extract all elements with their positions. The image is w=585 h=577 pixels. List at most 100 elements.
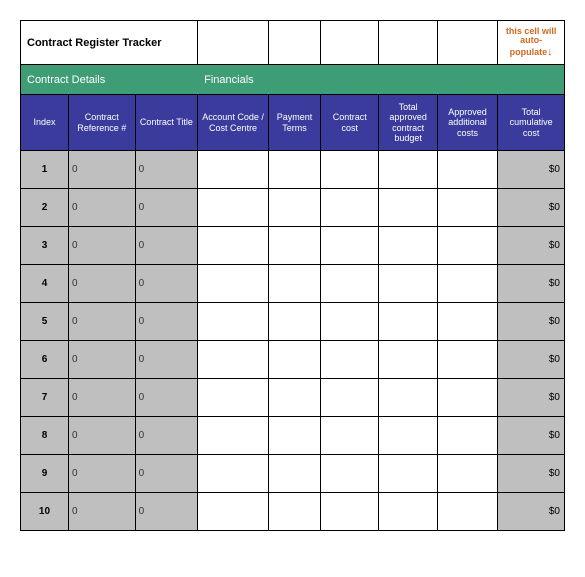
section-row: Contract Details Financials: [21, 65, 565, 95]
cell-index: 2: [21, 189, 69, 227]
cell-budget[interactable]: [379, 379, 437, 417]
cell-terms[interactable]: [269, 265, 321, 303]
cell-account[interactable]: [198, 341, 269, 379]
cell-account[interactable]: [198, 265, 269, 303]
page-title: Contract Register Tracker: [21, 21, 198, 65]
table-row: 400$0: [21, 265, 565, 303]
cell-account[interactable]: [198, 151, 269, 189]
cell-cumulative: $0: [498, 455, 565, 493]
cell-additional[interactable]: [437, 341, 497, 379]
cell-additional[interactable]: [437, 303, 497, 341]
cell-additional[interactable]: [437, 455, 497, 493]
cell-index: 1: [21, 151, 69, 189]
cell-reference[interactable]: 0: [68, 189, 135, 227]
col-additional-costs: Approved additional costs: [437, 95, 497, 151]
cell-additional[interactable]: [437, 227, 497, 265]
cell-title[interactable]: 0: [135, 379, 198, 417]
column-header-row: Index Contract Reference # Contract Titl…: [21, 95, 565, 151]
cell-budget[interactable]: [379, 151, 437, 189]
cell-additional[interactable]: [437, 265, 497, 303]
col-title: Contract Title: [135, 95, 198, 151]
table-row: 700$0: [21, 379, 565, 417]
cell-budget[interactable]: [379, 417, 437, 455]
cell-account[interactable]: [198, 189, 269, 227]
cell-budget[interactable]: [379, 341, 437, 379]
cell-title[interactable]: 0: [135, 227, 198, 265]
title-spacer: [379, 21, 437, 65]
cell-account[interactable]: [198, 455, 269, 493]
cell-additional[interactable]: [437, 417, 497, 455]
cell-terms[interactable]: [269, 493, 321, 531]
cell-cost[interactable]: [321, 493, 379, 531]
cell-cumulative: $0: [498, 151, 565, 189]
cell-terms[interactable]: [269, 379, 321, 417]
cell-account[interactable]: [198, 303, 269, 341]
cell-title[interactable]: 0: [135, 417, 198, 455]
cell-cost[interactable]: [321, 265, 379, 303]
cell-reference[interactable]: 0: [68, 417, 135, 455]
cell-index: 8: [21, 417, 69, 455]
cell-additional[interactable]: [437, 189, 497, 227]
cell-additional[interactable]: [437, 493, 497, 531]
cell-budget[interactable]: [379, 227, 437, 265]
cell-terms[interactable]: [269, 417, 321, 455]
cell-additional[interactable]: [437, 151, 497, 189]
cell-terms[interactable]: [269, 455, 321, 493]
cell-reference[interactable]: 0: [68, 265, 135, 303]
cell-reference[interactable]: 0: [68, 151, 135, 189]
col-account-code: Account Code / Cost Centre: [198, 95, 269, 151]
cell-index: 10: [21, 493, 69, 531]
cell-reference[interactable]: 0: [68, 455, 135, 493]
cell-title[interactable]: 0: [135, 341, 198, 379]
cell-additional[interactable]: [437, 379, 497, 417]
cell-account[interactable]: [198, 493, 269, 531]
contract-register-table: Contract Register Tracker this cell will…: [20, 20, 565, 531]
col-cumulative-cost: Total cumulative cost: [498, 95, 565, 151]
cell-cost[interactable]: [321, 227, 379, 265]
col-payment-terms: Payment Terms: [269, 95, 321, 151]
cell-cumulative: $0: [498, 227, 565, 265]
cell-terms[interactable]: [269, 227, 321, 265]
cell-budget[interactable]: [379, 493, 437, 531]
cell-budget[interactable]: [379, 303, 437, 341]
col-contract-cost: Contract cost: [321, 95, 379, 151]
cell-cost[interactable]: [321, 151, 379, 189]
cell-cost[interactable]: [321, 455, 379, 493]
cell-cost[interactable]: [321, 379, 379, 417]
cell-cumulative: $0: [498, 265, 565, 303]
cell-title[interactable]: 0: [135, 455, 198, 493]
cell-terms[interactable]: [269, 189, 321, 227]
cell-cost[interactable]: [321, 417, 379, 455]
cell-title[interactable]: 0: [135, 265, 198, 303]
cell-index: 3: [21, 227, 69, 265]
table-row: 200$0: [21, 189, 565, 227]
cell-account[interactable]: [198, 227, 269, 265]
cell-budget[interactable]: [379, 265, 437, 303]
cell-index: 4: [21, 265, 69, 303]
cell-cost[interactable]: [321, 189, 379, 227]
cell-budget[interactable]: [379, 189, 437, 227]
col-approved-budget: Total approved contract budget: [379, 95, 437, 151]
cell-terms[interactable]: [269, 151, 321, 189]
cell-reference[interactable]: 0: [68, 341, 135, 379]
cell-reference[interactable]: 0: [68, 379, 135, 417]
cell-index: 9: [21, 455, 69, 493]
cell-title[interactable]: 0: [135, 151, 198, 189]
table-row: 100$0: [21, 151, 565, 189]
cell-title[interactable]: 0: [135, 493, 198, 531]
cell-reference[interactable]: 0: [68, 227, 135, 265]
cell-reference[interactable]: 0: [68, 493, 135, 531]
cell-account[interactable]: [198, 417, 269, 455]
cell-reference[interactable]: 0: [68, 303, 135, 341]
title-spacer: [198, 21, 269, 65]
cell-terms[interactable]: [269, 341, 321, 379]
cell-account[interactable]: [198, 379, 269, 417]
section-financials: Financials: [198, 65, 565, 95]
cell-cost[interactable]: [321, 341, 379, 379]
cell-title[interactable]: 0: [135, 303, 198, 341]
title-spacer: [437, 21, 497, 65]
cell-title[interactable]: 0: [135, 189, 198, 227]
cell-cost[interactable]: [321, 303, 379, 341]
cell-terms[interactable]: [269, 303, 321, 341]
cell-budget[interactable]: [379, 455, 437, 493]
